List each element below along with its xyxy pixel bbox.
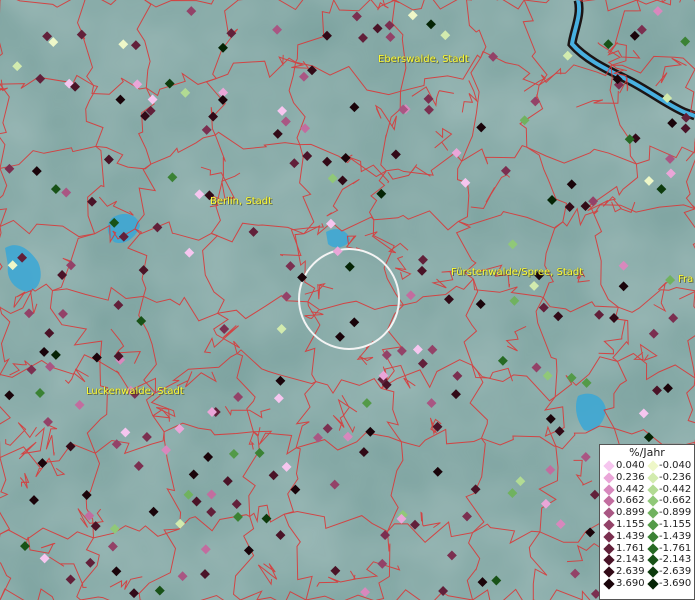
- legend-row: 2.143 -2.143: [600, 554, 694, 567]
- legend-value-negative: -2.143: [659, 554, 692, 566]
- label-luckenwalde: Luckenwalde, Stadt: [86, 386, 184, 397]
- label-berlin: Berlin, Stadt: [210, 196, 273, 207]
- legend: %/Jahr 0.040 -0.040 0.236 -0.236 0.442 -0.442…: [599, 444, 695, 600]
- legend-row: 1.761 -1.761: [600, 543, 694, 555]
- legend-value-negative: -1.155: [659, 518, 692, 530]
- legend-swatch-positive: [603, 542, 615, 555]
- legend-swatch-positive: [603, 531, 615, 543]
- legend-swatch-negative: [647, 472, 659, 484]
- legend-value-positive: 0.236: [616, 471, 645, 483]
- legend-swatch-negative: [647, 566, 659, 578]
- legend-value-positive: 2.143: [616, 554, 645, 566]
- legend-value-negative: -0.442: [659, 483, 692, 495]
- legend-value-positive: 1.761: [616, 542, 645, 554]
- legend-swatch-positive: [603, 507, 615, 519]
- legend-swatch-negative: [647, 460, 659, 472]
- legend-row: 3.690 -3.690: [600, 578, 694, 590]
- legend-swatch-negative: [647, 531, 659, 543]
- legend-value-negative: -0.236: [659, 471, 692, 483]
- legend-swatch-positive: [603, 554, 615, 567]
- legend-value-positive: 3.690: [616, 577, 645, 589]
- legend-row: 0.899 -0.899: [600, 507, 694, 519]
- legend-row: 0.662 -0.662: [600, 495, 694, 508]
- legend-value-positive: 0.442: [616, 483, 645, 495]
- legend-row: 1.155 -1.155: [600, 519, 694, 531]
- legend-value-negative: -1.761: [659, 542, 692, 554]
- legend-row: 0.040 -0.040: [600, 460, 694, 472]
- legend-value-positive: 0.040: [616, 460, 645, 471]
- legend-row: 0.236 -0.236: [600, 472, 694, 484]
- legend-row: 0.442 -0.442: [600, 484, 694, 496]
- legend-title: %/Jahr: [629, 446, 665, 459]
- legend-swatch-negative: [647, 554, 659, 567]
- legend-swatch-positive: [603, 578, 615, 590]
- legend-swatch-positive: [603, 495, 615, 508]
- legend-value-negative: -2.639: [659, 566, 692, 578]
- legend-value-negative: -1.439: [659, 530, 692, 542]
- legend-swatch-negative: [647, 578, 659, 590]
- legend-swatch-negative: [647, 519, 659, 531]
- label-frankfurt-partial: Fra: [678, 274, 694, 285]
- legend-value-positive: 0.899: [616, 507, 645, 519]
- legend-swatch-negative: [647, 483, 659, 496]
- legend-swatch-positive: [603, 566, 615, 578]
- legend-value-positive: 0.662: [616, 495, 645, 507]
- legend-value-positive: 2.639: [616, 566, 645, 578]
- legend-value-positive: 1.155: [616, 518, 645, 530]
- map-canvas[interactable]: [0, 0, 695, 600]
- legend-value-negative: -3.690: [659, 577, 692, 589]
- legend-value-negative: -0.040: [659, 460, 692, 471]
- legend-swatch-negative: [647, 495, 659, 508]
- legend-swatch-positive: [603, 460, 615, 472]
- legend-value-positive: 1.439: [616, 530, 645, 542]
- label-fuerstenwalde: Fürstenwalde/Spree, Stadt: [451, 267, 584, 278]
- legend-swatch-positive: [603, 472, 615, 484]
- legend-swatch-negative: [647, 542, 659, 555]
- legend-swatch-negative: [647, 507, 659, 519]
- legend-value-negative: -0.899: [659, 507, 692, 519]
- legend-row: 1.439 -1.439: [600, 531, 694, 543]
- legend-swatch-positive: [603, 519, 615, 531]
- legend-rows: 0.040 -0.040 0.236 -0.236 0.442 -0.442 0.662 -0…: [600, 460, 694, 590]
- legend-value-negative: -0.662: [659, 495, 692, 507]
- terrain-texture: [0, 0, 695, 600]
- legend-swatch-positive: [603, 483, 615, 496]
- legend-row: 2.639 -2.639: [600, 566, 694, 578]
- label-eberswalde: Eberswalde, Stadt: [378, 54, 469, 65]
